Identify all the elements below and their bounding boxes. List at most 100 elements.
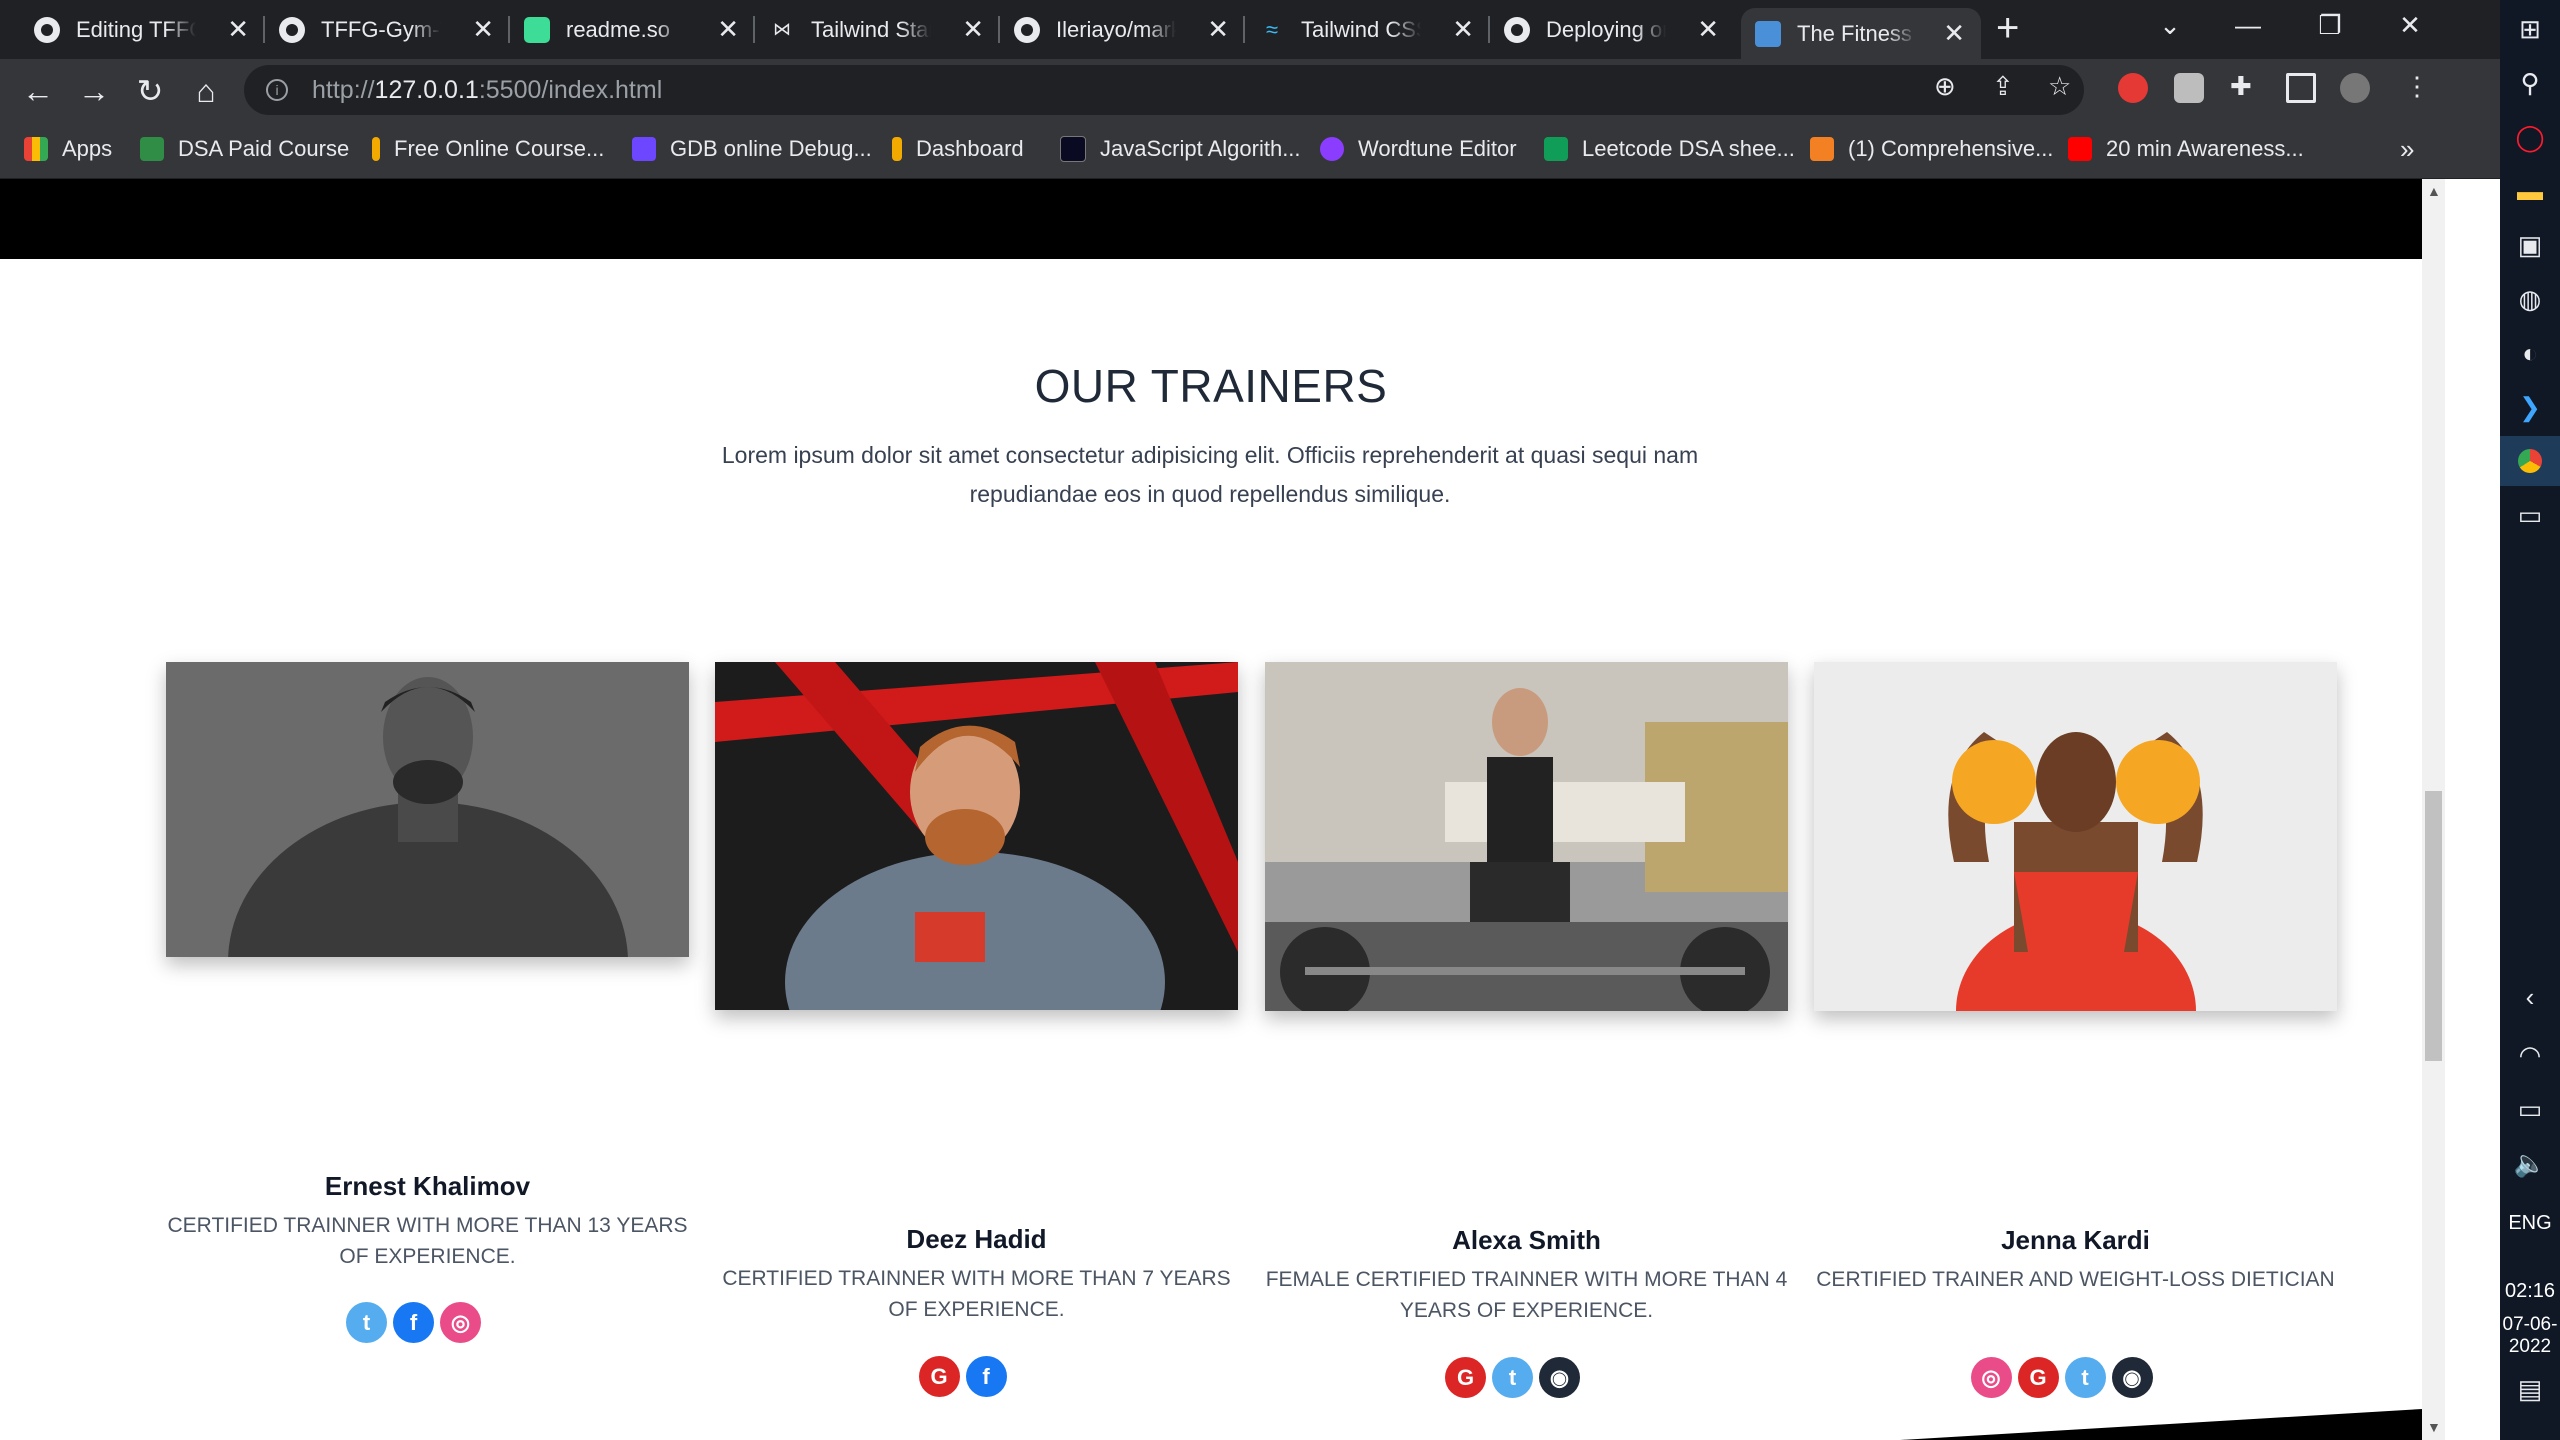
battery-icon[interactable]: ▭ [2500,1084,2560,1134]
site-info-icon[interactable]: i [266,79,288,101]
share-icon[interactable]: ⇪ [1992,71,2014,102]
clock-time[interactable]: 02:16 [2500,1280,2560,1303]
more-bookmarks-button[interactable]: » [2400,132,2414,166]
tab-title: TFFG-Gym-We [321,16,441,42]
tab-search-icon[interactable]: ⌄ [2140,0,2200,50]
bookmark-apps[interactable]: Apps [24,132,112,166]
tab-tailwind-starter[interactable]: ⋈ Tailwind Starte ✕ [755,8,1000,51]
windows-start-icon[interactable]: ⊞ [2500,4,2560,54]
tab-ileriayo[interactable]: Ileriayo/marko ✕ [1000,8,1245,51]
clock-date[interactable]: 07-06-2022 [2498,1314,2560,1358]
extension-icon[interactable] [2174,73,2204,103]
google-icon[interactable]: G [918,1356,960,1397]
bookmark-awareness[interactable]: 20 min Awareness... [2068,132,2304,166]
app-icon[interactable]: ◐ [2500,328,2560,378]
bookmark-star-icon[interactable]: ☆ [2048,71,2071,102]
close-icon[interactable]: ✕ [227,14,249,45]
new-tab-button[interactable]: + [1996,6,2019,51]
freecodecamp-icon [1060,136,1086,162]
bookmark-icon [372,137,380,161]
chrome-icon[interactable] [2500,436,2560,486]
sidebar-icon[interactable] [2286,73,2316,103]
bookmark-dsa-paid-course[interactable]: DSA Paid Course [140,132,349,166]
tab-tailwind-css[interactable]: ≈ Tailwind CSS - ✕ [1245,8,1490,51]
window-close-icon[interactable]: ✕ [2380,0,2440,50]
home-icon[interactable]: ⌂ [184,69,228,113]
close-icon[interactable]: ✕ [1207,14,1229,45]
youtube-icon [2068,137,2092,161]
bookmark-dashboard[interactable]: Dashboard [892,132,1024,166]
bookmark-gdb-online[interactable]: GDB online Debug... [632,132,872,166]
forward-icon[interactable]: → [72,69,116,113]
address-bar[interactable]: i http://127.0.0.1:5500/index.html [244,65,2084,115]
vscode-icon[interactable]: ❯ [2500,382,2560,432]
stackoverflow-icon [1810,137,1834,161]
extension-adblock-icon[interactable] [2118,73,2148,103]
tab-title: Ileriayo/marko [1056,16,1176,42]
decorative-shape [1900,1409,2422,1440]
dribbble-icon[interactable]: ◎ [1970,1357,2012,1398]
back-icon[interactable]: ← [16,69,60,113]
terminal-icon[interactable]: ▭ [2500,490,2560,540]
wifi-icon[interactable]: ◠ [2500,1030,2560,1080]
trainer-name: Jenna Kardi [2001,1225,2150,1255]
trainer-role: Certified trainner with more than 13 yea… [167,1214,688,1268]
volume-icon[interactable]: 🔈 [2500,1138,2560,1188]
restore-icon[interactable]: ❐ [2300,0,2360,50]
menu-icon[interactable]: ⋮ [2404,71,2430,102]
language-indicator[interactable]: ENG [2500,1212,2560,1235]
trainer-socials: ◎ G t ◉ [1800,1357,2323,1398]
close-icon[interactable]: ✕ [717,14,739,45]
twitter-icon[interactable]: t [1492,1357,1533,1398]
github-icon [1014,16,1040,43]
search-icon[interactable]: ⚲ [2500,58,2560,108]
app-icon[interactable]: ▣ [2500,220,2560,270]
tab-title: The Fitness Fre [1797,20,1917,46]
tab-editing-tffg[interactable]: Editing TFFG-G ✕ [20,8,265,51]
google-icon[interactable]: G [2017,1357,2059,1398]
chevron-left-icon[interactable]: ‹ [2500,972,2560,1022]
twitter-icon[interactable]: t [2064,1357,2106,1398]
facebook-icon[interactable]: f [393,1302,434,1343]
zoom-icon[interactable]: ⊕ [1934,71,1956,102]
instagram-icon[interactable]: ◉ [1539,1357,1580,1398]
geeksforgeeks-icon [140,137,164,161]
profile-avatar[interactable] [2340,73,2370,103]
close-icon[interactable]: ✕ [962,14,984,45]
scroll-up-icon[interactable]: ▲ [2427,183,2441,199]
tab-title: Deploying on [1546,16,1666,42]
github-icon [34,16,60,43]
bookmark-comprehensive[interactable]: (1) Comprehensive... [1810,132,2053,166]
google-icon[interactable]: G [1445,1357,1486,1398]
tab-fitness-freak[interactable]: The Fitness Fre ✕ [1741,8,1981,59]
close-icon[interactable]: ✕ [472,14,494,45]
facebook-icon[interactable]: f [965,1356,1007,1397]
bookmark-wordtune[interactable]: Wordtune Editor [1320,132,1517,166]
opera-icon[interactable]: ◯ [2500,112,2560,162]
minimize-icon[interactable]: — [2218,0,2278,50]
scroll-thumb[interactable] [2425,791,2442,1061]
tab-deploying[interactable]: Deploying on ✕ [1490,8,1735,51]
extensions-puzzle-icon[interactable]: ✚ [2230,71,2252,102]
trainer-name: Alexa Smith [1452,1225,1601,1255]
close-icon[interactable]: ✕ [1697,14,1719,45]
bookmark-leetcode-sheet[interactable]: Leetcode DSA shee... [1544,132,1795,166]
close-icon[interactable]: ✕ [1452,14,1474,45]
bookmark-javascript-algorithms[interactable]: JavaScript Algorith... [1060,132,1301,166]
app-icon[interactable]: ◍ [2500,274,2560,324]
tab-readme[interactable]: readme.so ✕ [510,8,755,51]
dribbble-icon[interactable]: ◎ [440,1302,481,1343]
instagram-icon[interactable]: ◉ [2111,1357,2153,1398]
reload-icon[interactable]: ↻ [128,69,172,113]
close-icon[interactable]: ✕ [1943,18,1965,49]
notifications-icon[interactable]: ▤ [2500,1364,2560,1414]
page-scrollbar[interactable]: ▲ ▼ [2422,179,2445,1440]
tab-tffg-gym[interactable]: TFFG-Gym-We ✕ [265,8,510,51]
tailwind-starter-icon: ⋈ [773,19,791,39]
file-explorer-icon[interactable]: ▬ [2500,166,2560,216]
trainer-name: Ernest Khalimov [324,1171,531,1201]
bookmark-free-online-course[interactable]: Free Online Course... [372,132,604,166]
gdb-icon [632,137,656,161]
scroll-down-icon[interactable]: ▼ [2427,1419,2441,1435]
twitter-icon[interactable]: t [346,1302,387,1343]
